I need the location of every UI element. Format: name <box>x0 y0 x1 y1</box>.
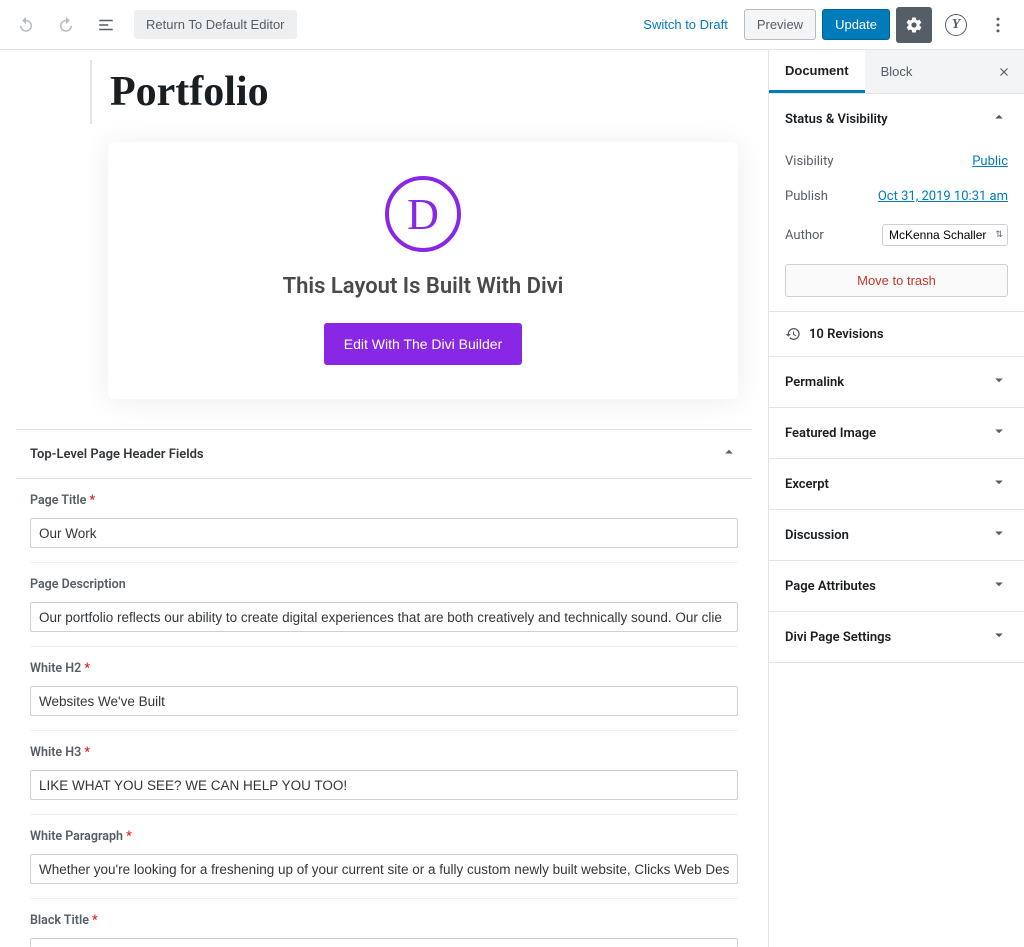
sidebar-tabs: Document Block <box>769 50 1024 94</box>
tab-block[interactable]: Block <box>865 50 929 93</box>
preview-button[interactable]: Preview <box>744 9 816 40</box>
more-menu-button[interactable] <box>980 7 1016 43</box>
required-marker: * <box>92 913 98 928</box>
panel-header[interactable]: Permalink <box>769 357 1024 407</box>
settings-toggle-button[interactable] <box>896 7 932 43</box>
edit-with-divi-button[interactable]: Edit With The Divi Builder <box>324 323 522 365</box>
author-row: Author McKenna Schaller <box>769 214 1024 256</box>
toolbar-right: Switch to Draft Preview Update Y <box>633 7 1016 43</box>
white-paragraph-input[interactable] <box>30 854 738 884</box>
tab-document[interactable]: Document <box>769 50 865 93</box>
panel-discussion: Discussion <box>769 510 1024 561</box>
black-title-input[interactable] <box>30 938 738 947</box>
visibility-value-link[interactable]: Public <box>972 154 1008 169</box>
field-label: Page Title * <box>30 493 738 508</box>
required-marker: * <box>84 745 90 760</box>
panel-excerpt: Excerpt <box>769 459 1024 510</box>
page-description-input[interactable] <box>30 602 738 632</box>
white-h2-input[interactable] <box>30 686 738 716</box>
metabox-header[interactable]: Top-Level Page Header Fields <box>16 430 752 479</box>
content-structure-button[interactable] <box>88 7 124 43</box>
update-button[interactable]: Update <box>822 9 890 40</box>
panel-status-visibility: Status & Visibility Visibility Public Pu… <box>769 94 1024 312</box>
page-title[interactable]: Portfolio <box>110 68 738 116</box>
panel-header[interactable]: Discussion <box>769 510 1024 560</box>
publish-date-link[interactable]: Oct 31, 2019 10:31 am <box>878 189 1008 204</box>
panel-header[interactable]: Excerpt <box>769 459 1024 509</box>
panel-featured-image: Featured Image <box>769 408 1024 459</box>
chevron-down-icon <box>990 524 1008 546</box>
field-label: White H2 * <box>30 661 738 676</box>
metabox-body: Page Title * Page Description White H2 * <box>16 479 752 947</box>
settings-sidebar: Document Block Status & Visibility Visib… <box>768 50 1024 947</box>
return-to-default-editor-button[interactable]: Return To Default Editor <box>134 10 297 39</box>
field-white-paragraph: White Paragraph * <box>30 815 738 899</box>
yoast-button[interactable]: Y <box>938 7 974 43</box>
visibility-row: Visibility Public <box>769 144 1024 179</box>
panel-permalink: Permalink <box>769 357 1024 408</box>
panel-header[interactable]: Page Attributes <box>769 561 1024 611</box>
white-h3-input[interactable] <box>30 770 738 800</box>
editor-toolbar: Return To Default Editor Switch to Draft… <box>0 0 1024 50</box>
chevron-up-icon <box>990 108 1008 130</box>
panel-page-attributes: Page Attributes <box>769 561 1024 612</box>
required-marker: * <box>84 661 90 676</box>
chevron-down-icon <box>990 371 1008 393</box>
close-sidebar-button[interactable] <box>984 50 1024 94</box>
field-page-title: Page Title * <box>30 479 738 563</box>
panel-header[interactable]: Divi Page Settings <box>769 612 1024 662</box>
custom-fields-metabox: Top-Level Page Header Fields Page Title … <box>16 429 752 947</box>
author-select[interactable]: McKenna Schaller <box>882 224 1008 246</box>
chevron-down-icon <box>990 473 1008 495</box>
field-white-h2: White H2 * <box>30 647 738 731</box>
field-white-h3: White H3 * <box>30 731 738 815</box>
divi-caption: This Layout Is Built With Divi <box>128 274 718 299</box>
yoast-icon: Y <box>945 14 967 36</box>
chevron-down-icon <box>990 575 1008 597</box>
required-marker: * <box>126 829 132 844</box>
switch-to-draft-button[interactable]: Switch to Draft <box>633 11 738 38</box>
field-black-title: Black Title * <box>30 899 738 947</box>
field-label: White H3 * <box>30 745 738 760</box>
chevron-down-icon <box>990 626 1008 648</box>
field-page-description: Page Description <box>30 563 738 647</box>
editor-main: Portfolio D This Layout Is Built With Di… <box>0 50 768 947</box>
divi-layout-card: D This Layout Is Built With Divi Edit Wi… <box>108 142 738 399</box>
revisions-link[interactable]: 10 Revisions <box>769 312 1024 357</box>
publish-row: Publish Oct 31, 2019 10:31 am <box>769 179 1024 214</box>
field-label: White Paragraph * <box>30 829 738 844</box>
panel-header[interactable]: Featured Image <box>769 408 1024 458</box>
toolbar-left: Return To Default Editor <box>8 7 297 43</box>
metabox-title: Top-Level Page Header Fields <box>30 447 204 462</box>
required-marker: * <box>90 493 96 508</box>
chevron-down-icon <box>990 422 1008 444</box>
move-to-trash-button[interactable]: Move to trash <box>785 264 1008 297</box>
panel-divi-page-settings: Divi Page Settings <box>769 612 1024 663</box>
field-label: Black Title * <box>30 913 738 928</box>
page-title-input[interactable] <box>30 518 738 548</box>
field-label: Page Description <box>30 577 738 592</box>
redo-button[interactable] <box>48 7 84 43</box>
undo-button[interactable] <box>8 7 44 43</box>
history-icon <box>785 326 801 342</box>
panel-header[interactable]: Status & Visibility <box>769 94 1024 144</box>
chevron-up-icon <box>720 443 738 465</box>
divi-logo-icon: D <box>385 176 461 252</box>
